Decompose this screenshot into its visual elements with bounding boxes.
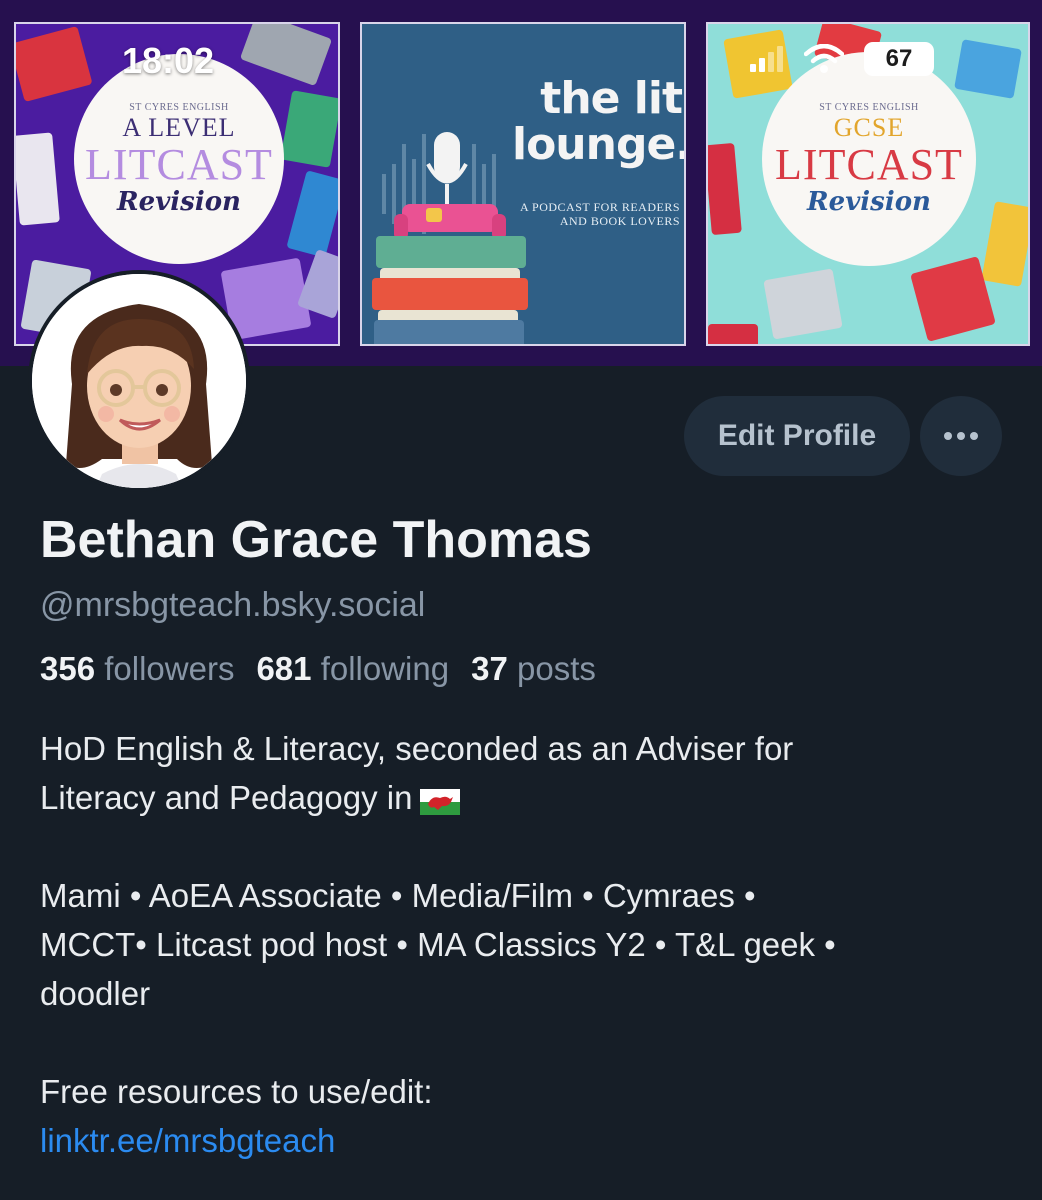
followers-label: followers xyxy=(104,650,235,687)
status-indicators: 67 xyxy=(750,42,934,76)
wifi-icon xyxy=(804,44,844,73)
bio-line: MCCT• Litcast pod host • MA Classics Y2 … xyxy=(40,926,836,963)
logo-litcast: LITCAST xyxy=(85,139,273,189)
logo-litcast: LITCAST xyxy=(775,139,963,189)
bio-line: HoD English & Literacy, seconded as an A… xyxy=(40,730,794,767)
cellular-signal-icon xyxy=(750,46,783,72)
lit-lounge-subtitle: A PODCAST FOR READERS AND BOOK LOVERS xyxy=(502,200,680,228)
bio-line: doodler xyxy=(40,975,151,1012)
profile-bio: HoD English & Literacy, seconded as an A… xyxy=(40,724,1010,1165)
profile-stats: 356 followers 681 following 37 posts xyxy=(40,650,596,688)
lit-lounge-title-line2: lounge. xyxy=(512,119,686,170)
display-name: Bethan Grace Thomas xyxy=(40,511,592,569)
memoji-avatar-image xyxy=(32,274,246,488)
ellipsis-icon xyxy=(944,432,978,440)
a-level-litcast-logo: ST CYRES ENGLISH A LEVEL LITCAST Revisio… xyxy=(74,54,284,264)
bio-line: Mami • AoEA Associate • Media/Film • Cym… xyxy=(40,877,756,914)
logo-level: A LEVEL xyxy=(122,112,236,142)
posts-count: 37 xyxy=(471,650,508,687)
logo-revision: Revision xyxy=(807,186,931,217)
followers-count: 356 xyxy=(40,650,96,687)
gcse-litcast-logo: ST CYRES ENGLISH GCSE LITCAST Revision xyxy=(762,52,976,266)
following-stat[interactable]: 681 following xyxy=(256,650,449,687)
bio-link[interactable]: linktr.ee/mrsbgteach xyxy=(40,1122,335,1159)
edit-profile-button[interactable]: Edit Profile xyxy=(684,396,910,476)
logo-school-name: ST CYRES ENGLISH xyxy=(129,101,229,113)
avatar[interactable] xyxy=(28,270,250,492)
following-count: 681 xyxy=(256,650,312,687)
lit-lounge-title: the lit lounge. xyxy=(512,73,686,170)
status-time: 18:02 xyxy=(122,40,215,81)
logo-revision: Revision xyxy=(117,186,241,217)
bio-line: Free resources to use/edit: xyxy=(40,1073,433,1110)
lit-lounge-subtitle-line2: AND BOOK LOVERS xyxy=(559,214,680,228)
bio-line: Literacy and Pedagogy in xyxy=(40,779,413,816)
posts-label: posts xyxy=(517,650,596,687)
lit-lounge-title-line1: the lit xyxy=(540,73,683,124)
more-options-button[interactable] xyxy=(920,396,1002,476)
banner-tile-lit-lounge: the lit lounge. A PODCAST FOR READERS AN… xyxy=(360,22,686,346)
lit-lounge-subtitle-line1: A PODCAST FOR READERS xyxy=(520,200,680,214)
posts-stat: 37 posts xyxy=(471,650,596,687)
user-handle: @mrsbgteach.bsky.social xyxy=(40,586,426,624)
battery-indicator: 67 xyxy=(864,42,934,76)
logo-level: GCSE xyxy=(833,112,905,142)
logo-school-name: ST CYRES ENGLISH xyxy=(819,101,919,113)
following-label: following xyxy=(320,650,450,687)
bio-line-with-flag: Literacy and Pedagogy in xyxy=(40,773,1010,822)
followers-stat[interactable]: 356 followers xyxy=(40,650,234,687)
wales-flag-icon xyxy=(420,789,461,815)
